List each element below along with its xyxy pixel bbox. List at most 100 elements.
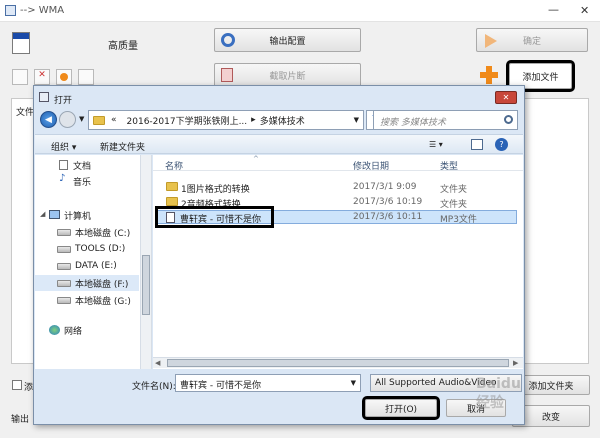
filename-dropdown-icon[interactable]: ▼	[351, 379, 356, 387]
file-type: 文件夹	[440, 185, 468, 195]
dialog-close-button[interactable]: ✕	[495, 91, 517, 104]
open-button[interactable]: 打开(O)	[362, 396, 440, 420]
output-config-icon	[221, 33, 235, 47]
wma-format-icon	[12, 32, 30, 54]
output-config-button[interactable]: 输出配置	[214, 28, 361, 52]
drive-icon	[57, 297, 71, 304]
add-file-plus-icon[interactable]	[480, 66, 498, 84]
delete-icon[interactable]: ✕	[34, 69, 50, 85]
computer-icon	[49, 210, 60, 219]
baidu-watermark: Baidu 经验	[476, 376, 521, 411]
filename-input[interactable]: 曹轩宾 - 可惜不是你 ▼	[175, 374, 361, 392]
help-icon[interactable]: ?	[495, 138, 508, 151]
clip-button[interactable]: 截取片断	[214, 63, 361, 87]
navigation-pane: 文档 ♪ 音乐 ◢ 计算机 本地磁盘 (C:) TOOLS (D:) DATA …	[35, 155, 152, 369]
address-folder-icon	[93, 115, 105, 125]
add-checkbox[interactable]	[12, 380, 22, 390]
output-label: 输出	[11, 415, 30, 425]
sidebar-item-label: DATA (E:)	[75, 261, 117, 271]
drive-icon	[57, 246, 71, 253]
file-name: 曹轩宾 - 可惜不是你	[180, 215, 261, 225]
file-row[interactable]: 2音频格式转换 2017/3/6 10:19 文件夹	[153, 195, 523, 210]
sidebar-scrollbar[interactable]	[140, 155, 151, 369]
title-bar: --> WMA — ✕	[0, 0, 600, 22]
sidebar-item-drive-f[interactable]: 本地磁盘 (F:)	[35, 275, 139, 291]
open-dialog: 打开 ✕ ◀ ▼ « 2016-2017下学期张铁刚上... ▸ 多媒体技术 ▼…	[33, 85, 525, 425]
preview-pane-icon[interactable]	[471, 139, 483, 150]
file-list: 名称 ^ 修改日期 类型 1图片格式的转换 2017/3/1 9:09 文件夹 …	[153, 155, 523, 369]
history-dropdown-icon[interactable]: ▼	[79, 115, 84, 123]
confirm-button[interactable]: 确定	[476, 28, 588, 52]
file-column-label: 文件	[16, 108, 35, 118]
open-label: 打开(O)	[384, 404, 418, 415]
sidebar-item-label: 本地磁盘 (G:)	[75, 296, 131, 307]
search-placeholder: 搜索 多媒体技术	[380, 118, 446, 128]
back-button[interactable]: ◀	[40, 111, 57, 128]
sidebar-item-label: 本地磁盘 (C:)	[75, 228, 131, 239]
file-modified: 2017/3/6 10:11	[353, 212, 423, 222]
breadcrumb-separator-icon: ▸	[251, 115, 256, 125]
confirm-label: 确定	[522, 36, 541, 47]
file-row-selected[interactable]: 曹轩宾 - 可惜不是你 2017/3/6 10:11 MP3文件	[155, 206, 517, 228]
column-headers: 名称 ^ 修改日期 类型	[153, 155, 523, 172]
close-button[interactable]: ✕	[580, 4, 589, 17]
quality-label: 高质量	[108, 41, 138, 52]
new-folder-button[interactable]: 新建文件夹	[100, 140, 145, 153]
sidebar-item-music[interactable]: ♪ 音乐	[35, 173, 139, 189]
column-header-modified[interactable]: 修改日期	[353, 159, 389, 172]
sidebar-item-drive-e[interactable]: DATA (E:)	[35, 258, 139, 274]
folder-icon	[166, 197, 178, 206]
mp3-file-icon	[166, 212, 175, 223]
app-icon	[5, 5, 16, 16]
sidebar-item-computer[interactable]: ◢ 计算机	[35, 207, 139, 223]
sidebar-item-network[interactable]: 网络	[35, 322, 139, 338]
clip-icon	[221, 68, 233, 82]
dialog-app-icon	[39, 92, 49, 102]
search-icon	[504, 115, 513, 124]
output-config-label: 输出配置	[269, 36, 306, 47]
sidebar-item-label: 网络	[64, 326, 83, 337]
address-dropdown-icon[interactable]: ▼	[354, 116, 359, 124]
command-bar: 组织 ▾ 新建文件夹 ☰ ▾ ?	[35, 134, 523, 154]
breadcrumb-current[interactable]: 多媒体技术	[260, 114, 305, 127]
sort-arrow-icon: ^	[253, 155, 259, 163]
address-bar[interactable]: « 2016-2017下学期张铁刚上... ▸ 多媒体技术 ▼	[88, 110, 364, 130]
file-type: 文件夹	[440, 200, 468, 210]
sidebar-item-documents[interactable]: 文档	[35, 157, 139, 173]
sidebar-item-drive-c[interactable]: 本地磁盘 (C:)	[35, 224, 139, 240]
view-options-icon[interactable]: ☰ ▾	[429, 140, 443, 149]
forward-button[interactable]	[59, 111, 76, 128]
drive-icon	[57, 263, 71, 270]
column-header-type[interactable]: 类型	[440, 159, 458, 172]
confirm-arrow-icon	[485, 34, 497, 48]
sidebar-item-label: 文档	[73, 161, 92, 172]
breadcrumb-overflow[interactable]: «	[111, 115, 117, 125]
play-icon[interactable]	[56, 69, 72, 85]
dialog-title: 打开	[54, 96, 73, 106]
filename-label: 文件名(N):	[132, 382, 176, 392]
file-list-horizontal-scrollbar[interactable]: ◀ ▶	[153, 357, 523, 368]
file-row[interactable]: 1图片格式的转换 2017/3/1 9:09 文件夹	[153, 180, 523, 195]
breadcrumb-parent[interactable]: 2016-2017下学期张铁刚上...	[127, 114, 248, 127]
organize-menu[interactable]: 组织 ▾	[51, 140, 76, 153]
search-box[interactable]: 搜索 多媒体技术	[373, 110, 518, 130]
minimize-button[interactable]: —	[548, 3, 559, 16]
sidebar-item-drive-g[interactable]: 本地磁盘 (G:)	[35, 292, 139, 308]
file-modified: 2017/3/1 9:09	[353, 182, 417, 192]
settings-icon[interactable]	[78, 69, 94, 85]
music-icon: ♪	[59, 173, 66, 184]
drive-icon	[57, 229, 71, 236]
clip-label: 截取片断	[269, 71, 306, 82]
sidebar-item-label: TOOLS (D:)	[75, 244, 126, 254]
add-file-label: 添加文件	[522, 72, 559, 83]
drive-icon	[57, 280, 71, 287]
sidebar-item-label: 音乐	[73, 177, 92, 188]
new-icon[interactable]	[12, 69, 28, 85]
filename-value: 曹轩宾 - 可惜不是你	[180, 381, 261, 391]
column-header-name[interactable]: 名称	[165, 159, 183, 172]
documents-icon	[59, 160, 68, 170]
sidebar-item-label: 计算机	[64, 211, 92, 222]
expand-arrow-icon: ◢	[40, 210, 46, 218]
add-folder-label: 添加文件夹	[528, 381, 574, 392]
sidebar-item-drive-d[interactable]: TOOLS (D:)	[35, 241, 139, 257]
